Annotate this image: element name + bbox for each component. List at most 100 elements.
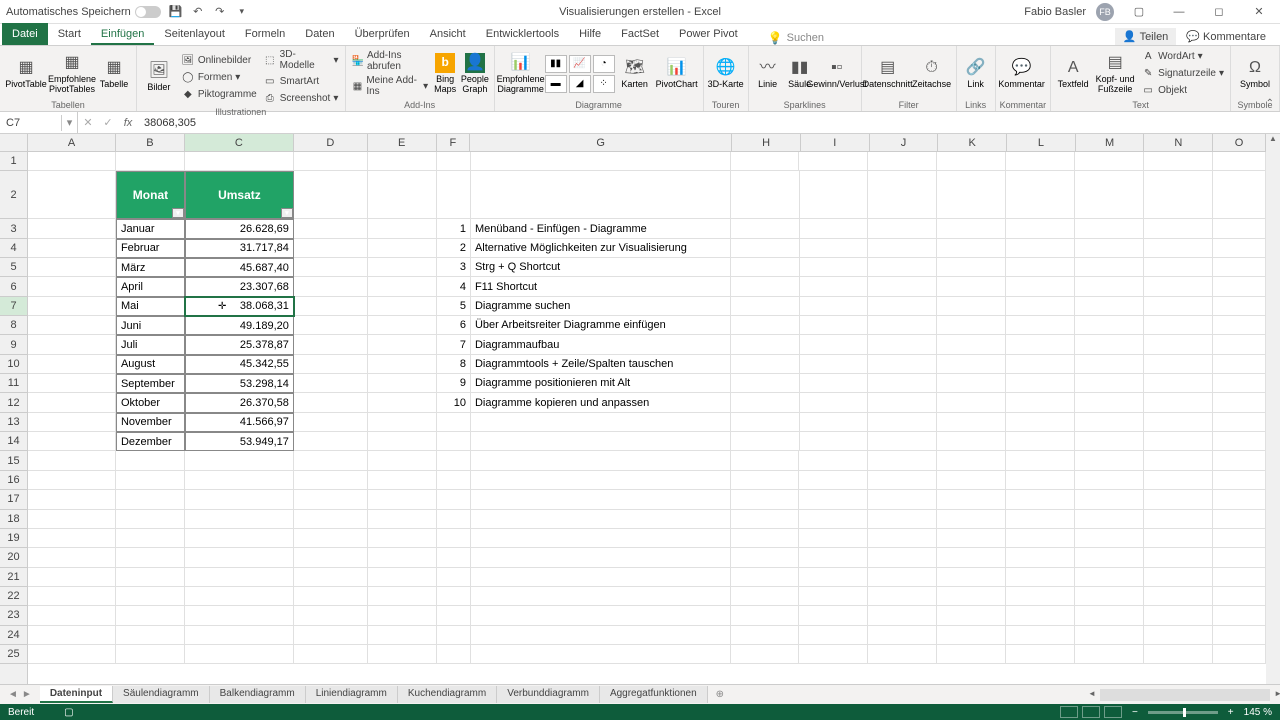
cell[interactable] (868, 297, 937, 316)
cell[interactable] (1213, 258, 1266, 277)
cell[interactable] (368, 451, 437, 470)
cell[interactable] (471, 626, 731, 645)
cell[interactable] (1075, 587, 1144, 606)
cell[interactable] (731, 451, 800, 470)
cell[interactable] (1213, 355, 1266, 374)
cell[interactable] (1006, 568, 1075, 587)
cell[interactable] (1144, 471, 1213, 490)
cell[interactable]: 1 (437, 219, 471, 238)
cell[interactable] (1075, 277, 1144, 296)
cell[interactable] (1144, 510, 1213, 529)
cell[interactable] (1075, 393, 1144, 412)
row-header[interactable]: 20 (0, 548, 27, 567)
cell[interactable] (868, 529, 937, 548)
cell[interactable] (116, 645, 185, 664)
cell[interactable] (28, 152, 116, 171)
cell[interactable] (437, 645, 471, 664)
header-footer-button[interactable]: ▤Kopf- und Fußzeile (1093, 53, 1137, 95)
cell[interactable] (116, 529, 185, 548)
sheet-tab[interactable]: Liniendiagramm (306, 686, 398, 703)
cell[interactable]: F11 Shortcut (471, 277, 731, 296)
cell[interactable]: 45.342,55 (185, 355, 294, 374)
cell[interactable] (731, 152, 800, 171)
cell[interactable] (868, 355, 937, 374)
cell[interactable] (868, 335, 937, 354)
qat-customize-icon[interactable]: ▾ (235, 5, 249, 19)
cell[interactable] (185, 471, 294, 490)
cell[interactable] (1075, 219, 1144, 238)
cell[interactable] (437, 451, 471, 470)
row-header[interactable]: 21 (0, 568, 27, 587)
cell[interactable] (868, 471, 937, 490)
cell[interactable] (731, 355, 800, 374)
tab-hilfe[interactable]: Hilfe (569, 23, 611, 45)
col-header-H[interactable]: H (732, 134, 801, 151)
cell[interactable] (28, 355, 116, 374)
cell[interactable] (294, 258, 368, 277)
cell[interactable]: 26.370,58 (185, 393, 294, 412)
cell[interactable] (1213, 451, 1266, 470)
cell[interactable] (471, 451, 731, 470)
cell[interactable] (28, 219, 116, 238)
signature-button[interactable]: ✎Signaturzeile ▾ (1139, 66, 1226, 82)
cell[interactable] (1213, 490, 1266, 509)
cell[interactable] (1006, 645, 1075, 664)
cell[interactable] (731, 393, 800, 412)
cell[interactable] (28, 316, 116, 335)
cell[interactable] (868, 413, 937, 432)
page-break-view-icon[interactable] (1104, 706, 1122, 718)
cell[interactable] (1075, 548, 1144, 567)
cell[interactable] (28, 626, 116, 645)
cell[interactable]: Diagrammtools + Zeile/Spalten tauschen (471, 355, 731, 374)
cell[interactable] (937, 152, 1006, 171)
cell[interactable] (1006, 606, 1075, 625)
cell[interactable] (294, 490, 368, 509)
cell[interactable]: 23.307,68 (185, 277, 294, 296)
online-pics-button[interactable]: 🖼Onlinebilder (179, 52, 259, 68)
cell[interactable] (471, 171, 731, 219)
cell[interactable]: 41.566,97 (185, 413, 294, 432)
cell[interactable] (1075, 606, 1144, 625)
cell[interactable] (1075, 490, 1144, 509)
cell[interactable] (185, 548, 294, 567)
cell[interactable] (437, 471, 471, 490)
cell[interactable] (294, 413, 368, 432)
cell[interactable] (185, 626, 294, 645)
cell[interactable] (800, 355, 869, 374)
cell[interactable] (1075, 451, 1144, 470)
cell[interactable]: 53.298,14 (185, 374, 294, 393)
cell[interactable] (1006, 258, 1075, 277)
pivotchart-button[interactable]: 📊PivotChart (655, 58, 699, 90)
cell[interactable] (1075, 529, 1144, 548)
shapes-button[interactable]: ◯Formen ▾ (179, 69, 259, 85)
cell[interactable] (28, 374, 116, 393)
cell[interactable] (294, 297, 368, 316)
cell[interactable] (28, 548, 116, 567)
area-chart-icon[interactable]: ◢ (569, 75, 591, 93)
cell[interactable] (1213, 529, 1266, 548)
tab-file[interactable]: Datei (2, 23, 48, 45)
cell[interactable] (1006, 219, 1075, 238)
cell[interactable] (1213, 432, 1266, 451)
sheet-nav-next-icon[interactable]: ► (22, 689, 32, 700)
cell[interactable] (1213, 413, 1266, 432)
cell[interactable] (1213, 471, 1266, 490)
cell[interactable] (1213, 606, 1266, 625)
sheet-tab[interactable]: Dateninput (40, 686, 113, 703)
cell[interactable] (294, 432, 368, 451)
undo-icon[interactable]: ↶ (191, 5, 205, 19)
cell[interactable] (1144, 606, 1213, 625)
cell[interactable] (1213, 335, 1266, 354)
cell[interactable] (294, 548, 368, 567)
row-header[interactable]: 15 (0, 451, 27, 470)
row-header[interactable]: 23 (0, 606, 27, 625)
cell[interactable] (1006, 490, 1075, 509)
3d-map-button[interactable]: 🌐3D-Karte (708, 58, 744, 90)
cell[interactable] (294, 587, 368, 606)
row-header[interactable]: 19 (0, 529, 27, 548)
cell[interactable] (1213, 568, 1266, 587)
cell[interactable] (294, 606, 368, 625)
symbol-button[interactable]: ΩSymbol (1235, 58, 1275, 90)
row-header[interactable]: 22 (0, 587, 27, 606)
maximize-icon[interactable]: ◻ (1204, 3, 1234, 21)
